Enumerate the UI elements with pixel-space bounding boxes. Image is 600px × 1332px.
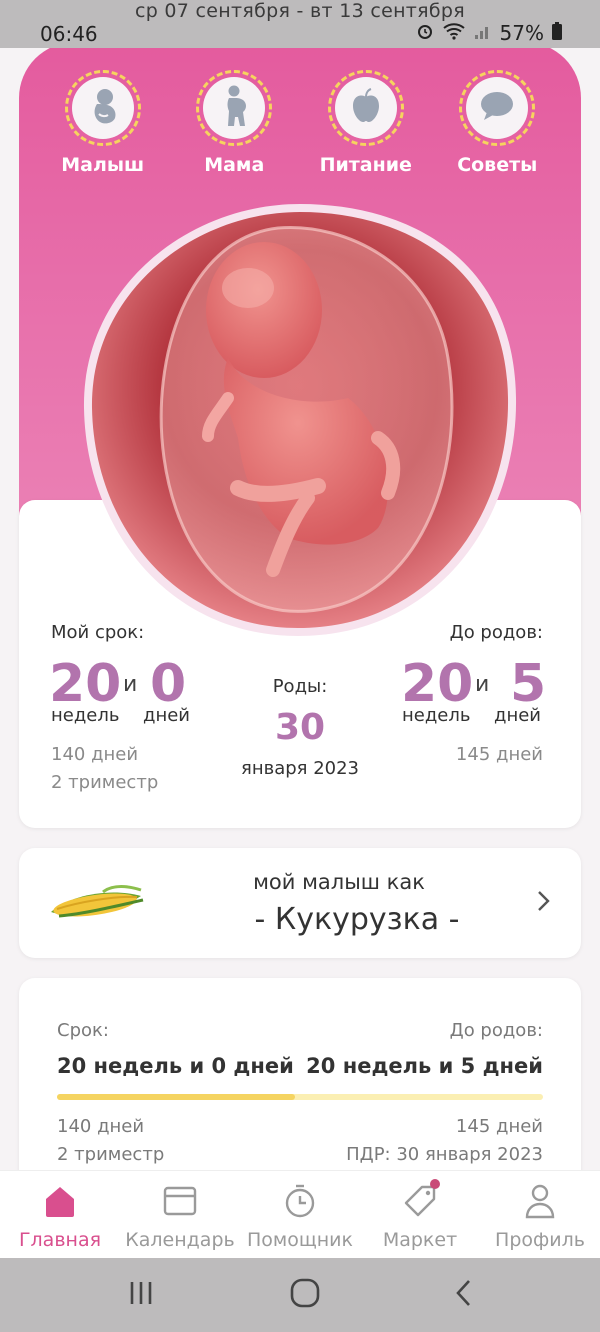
top-nav-label: Мама [204,154,265,176]
home-button[interactable] [289,1277,321,1313]
until-days: 5 [510,654,547,714]
bottom-nav-label: Главная [18,1229,102,1251]
bottom-nav-home[interactable]: Главная [0,1171,120,1258]
progress-left-trimester: 2 триместр [57,1144,165,1165]
baby-size-name: - Кукурузка - [254,902,460,937]
bottom-nav-label: Профиль [495,1229,585,1251]
apple-icon [349,88,383,128]
progress-left-days: 140 дней [57,1116,145,1137]
top-nav-label: Советы [457,154,538,176]
progress-bar-fill [57,1094,296,1100]
bottom-nav: Главная Календарь Помощник Маркет Профил… [0,1170,600,1258]
chevron-right-icon[interactable] [537,890,551,916]
until-weeks-unit: недель [402,705,471,726]
until-days-unit: дней [494,705,541,726]
status-icons: 57% [416,21,562,45]
system-nav-bar [0,1258,600,1332]
progress-until-label: До родов: [449,1020,543,1041]
bottom-nav-profile[interactable]: Профиль [480,1171,600,1258]
status-time: 06:46 [40,22,98,46]
bottom-nav-market[interactable]: Маркет [360,1171,480,1258]
top-nav: Малыш Мама Питание Советы [19,70,581,176]
week-range[interactable]: ср 07 сентября - вт 13 сентября [0,0,600,22]
tag-icon [402,1183,438,1223]
timer-icon [282,1183,318,1223]
alarm-icon [416,21,434,45]
bottom-nav-label: Календарь [125,1229,235,1251]
back-button[interactable] [454,1278,474,1312]
progress-bar [57,1094,543,1100]
calendar-icon [162,1183,198,1223]
top-nav-label: Малыш [61,154,145,176]
battery-percent: 57% [499,21,544,45]
progress-pdr: ПДР: 30 января 2023 [346,1144,543,1165]
top-nav-item-nutrition[interactable]: Питание [306,70,426,176]
birth-title: Роды: [272,676,328,697]
fetus-illustration[interactable] [78,198,522,642]
status-bar: ср 07 сентября - вт 13 сентября 06:46 57… [0,0,600,48]
home-icon [42,1183,78,1223]
top-nav-item-baby[interactable]: Малыш [43,70,163,176]
chat-bubble-icon [479,90,515,126]
corn-icon [43,882,147,930]
progress-term-value: 20 недель и 0 дней [57,1054,294,1078]
wifi-icon [442,21,466,45]
top-nav-item-tips[interactable]: Советы [437,70,557,176]
until-total-days: 145 дней [455,744,543,765]
notification-dot [430,1179,440,1189]
baby-size-subtitle: мой малыш как [253,870,425,894]
bottom-nav-assistant[interactable]: Помощник [240,1171,360,1258]
until-and: и [475,672,490,697]
progress-right-days: 145 дней [455,1116,543,1137]
battery-icon [552,21,562,45]
baby-icon [85,86,121,130]
bottom-nav-label: Маркет [382,1229,458,1251]
progress-until-value: 20 недель и 5 дней [306,1054,543,1078]
until-weeks: 20 [401,654,474,714]
top-nav-item-mom[interactable]: Мама [174,70,294,176]
bottom-nav-calendar[interactable]: Календарь [120,1171,240,1258]
signal-icon [474,21,492,45]
top-nav-label: Питание [319,154,412,176]
pregnant-woman-icon [216,84,252,132]
baby-size-card[interactable]: мой малыш как - Кукурузка - [19,848,581,958]
profile-icon [522,1183,558,1223]
bottom-nav-label: Помощник [246,1229,353,1251]
progress-term-label: Срок: [57,1020,109,1041]
recent-apps-button[interactable] [126,1278,156,1312]
